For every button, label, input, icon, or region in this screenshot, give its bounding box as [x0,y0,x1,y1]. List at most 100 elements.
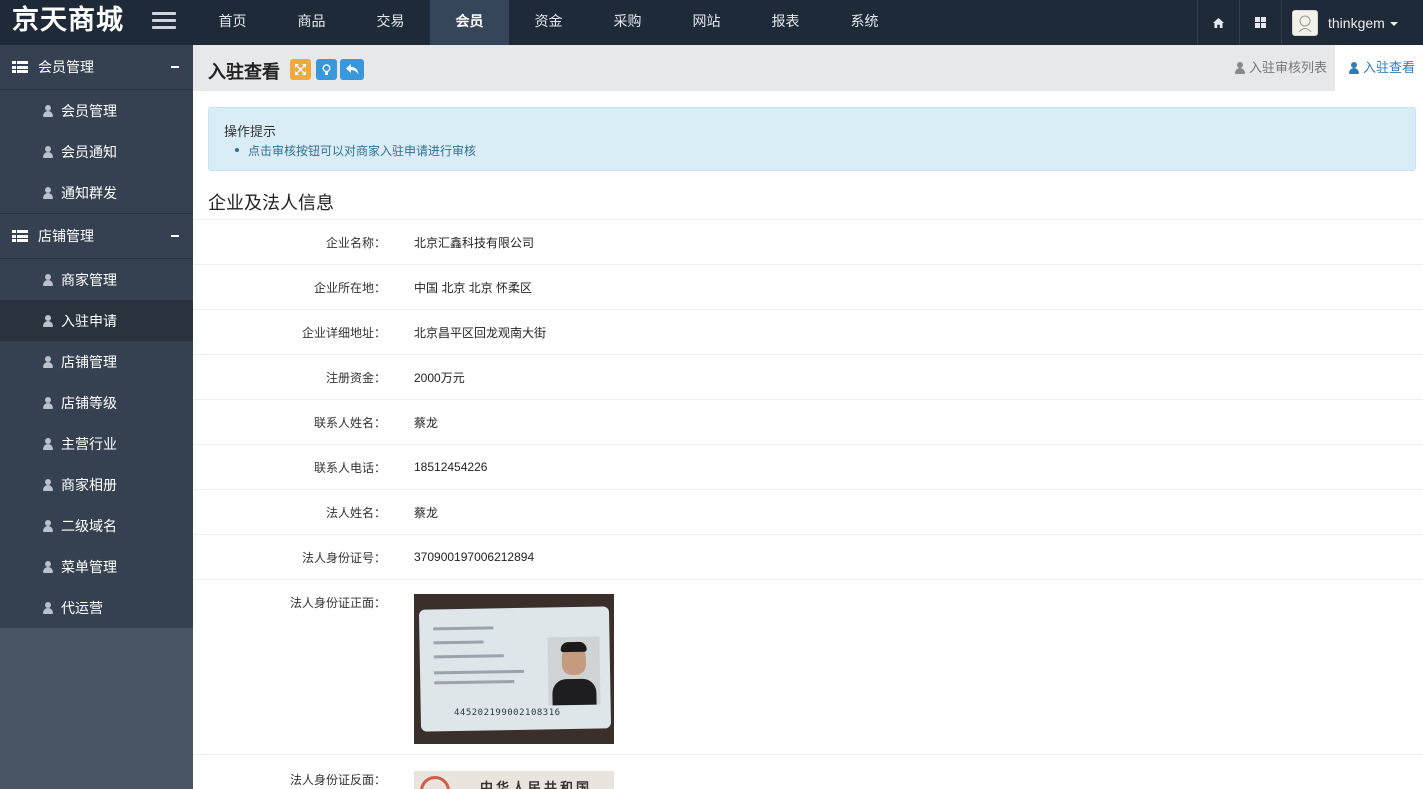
tips-box: 操作提示 点击审核按钮可以对商家入驻申请进行审核 [208,107,1416,171]
card-text-line [433,654,504,659]
field-value: 蔡龙 [414,415,439,430]
info-row: 企业名称： 北京汇鑫科技有限公司 [193,219,1423,264]
back-button[interactable] [340,59,364,80]
fullscreen-button[interactable] [290,59,311,80]
field-label: 法人姓名： [325,505,386,520]
sidebar-item-domain[interactable]: 二级域名 [0,505,193,546]
nav-member[interactable]: 会员 [430,0,509,45]
page-title: 入驻查看 [208,62,280,82]
sidebar-item-apply[interactable]: 入驻申请 [0,300,193,341]
nav-home[interactable]: 首页 [193,0,272,45]
card-text-line [433,640,484,645]
field-label: 联系人电话： [313,460,386,475]
sidebar-item-label: 主营行业 [61,435,117,452]
sidebar-item-store[interactable]: 店铺管理 [0,341,193,382]
info-table: 企业名称： 北京汇鑫科技有限公司 企业所在地： 中国 北京 北京 怀柔区 企业详细地… [193,219,1423,789]
field-label: 企业详细地址： [301,325,386,340]
sidebar-item-member-notice[interactable]: 会员通知 [0,131,193,172]
sidebar-group-title: 会员管理 [38,59,94,75]
field-label: 法人身份证反面： [289,773,386,787]
card-text-line [434,669,525,675]
sidebar-item-label: 店铺管理 [61,353,117,370]
tab-label: 入驻审核列表 [1248,60,1327,75]
apps-button[interactable] [1239,0,1281,45]
tab-apply-view[interactable]: 入驻查看 [1334,45,1423,91]
user-icon [43,145,53,158]
sidebar-group-header-member[interactable]: 会员管理 [0,45,193,90]
id-card-front-image[interactable]: 445202199002108316 [414,594,614,744]
sidebar-group-store: 店铺管理 商家管理 入驻申请 店铺管理 店铺等级 主营行业 商家相册 二级域名 … [0,213,193,628]
lightbulb-icon [322,63,331,75]
nav-report[interactable]: 报表 [746,0,825,45]
field-label: 注册资金： [325,370,386,385]
nav-site[interactable]: 网站 [667,0,746,45]
portrait-hair [560,641,587,653]
field-label: 法人身份证正面： [289,596,386,610]
brand-logo[interactable]: 京天商城 [0,0,140,45]
info-row: 联系人姓名： 蔡龙 [193,399,1423,444]
user-icon [43,560,53,573]
page-header: 入驻查看 入驻审核列表 入驻查看 [193,45,1423,91]
nav-trade[interactable]: 交易 [351,0,430,45]
user-icon [43,519,53,532]
user-icon [43,437,53,450]
tips-item: 点击审核按钮可以对商家入驻申请进行审核 [224,142,1400,159]
portrait [547,636,601,706]
tab-label: 入驻查看 [1362,60,1415,75]
sidebar-item-merchant[interactable]: 商家管理 [0,259,193,300]
nav-goods[interactable]: 商品 [272,0,351,45]
info-row: 联系人电话： 18512454226 [193,444,1423,489]
user-icon [43,104,53,117]
sidebar-item-label: 会员管理 [61,102,117,119]
info-row-id-back: 法人身份证反面： 中华人民共和国 [193,754,1423,789]
sidebar-item-menu[interactable]: 菜单管理 [0,546,193,587]
sidebar-item-store-level[interactable]: 店铺等级 [0,382,193,423]
sidebar-item-member-manage[interactable]: 会员管理 [0,90,193,131]
info-row: 法人姓名： 蔡龙 [193,489,1423,534]
username: thinkgem [1328,14,1385,31]
sidebar: 会员管理 会员管理 会员通知 通知群发 店铺管理 商家管理 入驻申请 店铺管理 … [0,45,193,789]
nav-purchase[interactable]: 采购 [588,0,667,45]
user-icon [43,314,53,327]
user-icon [1348,62,1359,74]
sidebar-item-label: 店铺等级 [61,394,117,411]
id-card-back-image[interactable]: 中华人民共和国 [414,771,614,789]
sidebar-item-mass-notice[interactable]: 通知群发 [0,172,193,213]
top-bar: 京天商城 首页 商品 交易 会员 资金 采购 网站 报表 系统 thinkgem [0,0,1423,45]
menu-toggle-icon[interactable] [152,12,176,32]
info-row: 企业详细地址： 北京昌平区回龙观南大街 [193,309,1423,354]
tips-title: 操作提示 [224,124,277,139]
nav-funds[interactable]: 资金 [509,0,588,45]
sidebar-item-label: 会员通知 [61,143,117,160]
sidebar-item-label: 通知群发 [61,184,117,201]
home-button[interactable] [1197,0,1239,45]
expand-icon [295,64,306,75]
user-icon [43,273,53,286]
tips-button[interactable] [316,59,337,80]
sidebar-item-operation[interactable]: 代运营 [0,587,193,628]
sidebar-item-industry[interactable]: 主营行业 [0,423,193,464]
user-menu[interactable]: thinkgem [1281,0,1423,45]
tab-apply-list[interactable]: 入驻审核列表 [1221,45,1335,91]
sidebar-group-title: 店铺管理 [38,228,94,244]
sidebar-group-header-store[interactable]: 店铺管理 [0,214,193,259]
user-icon [43,186,53,199]
user-icon [43,396,53,409]
avatar [1292,9,1318,36]
field-value: 北京昌平区回龙观南大街 [414,325,547,340]
collapse-icon[interactable] [171,66,179,68]
field-value: 2000万元 [414,370,465,385]
card-text-line [434,680,515,685]
field-value: 蔡龙 [414,505,439,520]
reply-icon [345,64,358,75]
sidebar-item-label: 二级域名 [61,517,117,534]
field-value: 中国 北京 北京 怀柔区 [414,280,533,295]
list-icon [12,61,28,73]
main-nav: 首页 商品 交易 会员 资金 采购 网站 报表 系统 [193,0,904,45]
sidebar-item-album[interactable]: 商家相册 [0,464,193,505]
info-row: 法人身份证号： 370900197006212894 [193,534,1423,579]
collapse-icon[interactable] [171,235,179,237]
nav-system[interactable]: 系统 [825,0,904,45]
sidebar-item-label: 菜单管理 [61,558,117,575]
id-card-number: 445202199002108316 [454,708,561,718]
